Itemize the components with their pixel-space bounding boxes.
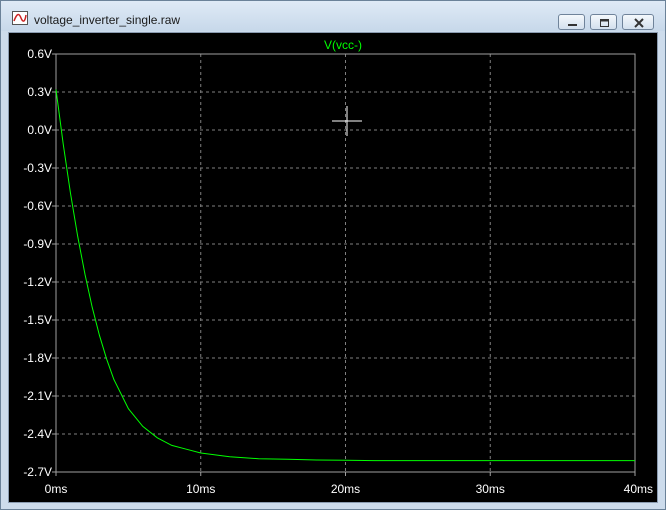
close-button[interactable] <box>622 14 654 30</box>
restore-icon <box>600 19 609 27</box>
minimize-icon <box>568 24 577 26</box>
y-tick-label: 0.3V <box>27 85 52 99</box>
y-tick-label: -0.3V <box>23 161 52 175</box>
waveform-plot[interactable]: 0.6V 0.3V 0.0V -0.3V -0.6V -0.9V -1.2V -1.5V -1.… <box>9 33 657 502</box>
restore-button[interactable] <box>590 14 617 30</box>
x-tick-label: 30ms <box>476 482 505 496</box>
x-tick-label: 0ms <box>45 482 68 496</box>
y-tick-label: -1.5V <box>23 313 52 327</box>
y-tick-label: 0.6V <box>27 47 52 61</box>
y-tick-label: -2.7V <box>23 465 52 479</box>
window-title: voltage_inverter_single.raw <box>34 13 181 27</box>
x-tick-label: 10ms <box>186 482 215 496</box>
plot-pane[interactable]: 0.6V 0.3V 0.0V -0.3V -0.6V -0.9V -1.2V -1.5V -1.… <box>8 32 658 503</box>
y-tick-label: -1.8V <box>23 351 52 365</box>
y-tick-label: -1.2V <box>23 275 52 289</box>
close-icon <box>634 18 644 28</box>
y-tick-label: -0.6V <box>23 199 52 213</box>
y-tick-label: -0.9V <box>23 237 52 251</box>
x-tick-label: 40ms <box>624 482 653 496</box>
y-tick-label: -2.4V <box>23 427 52 441</box>
waveform-window: voltage_inverter_single.raw 0.6V 0.3V 0.0V… <box>0 0 666 510</box>
y-tick-label: -2.1V <box>23 389 52 403</box>
trace-title[interactable]: V(vcc-) <box>324 38 362 52</box>
y-tick-label: 0.0V <box>27 123 52 137</box>
title-bar[interactable]: voltage_inverter_single.raw <box>1 1 665 31</box>
minimize-button[interactable] <box>558 14 585 30</box>
waveform-icon <box>12 11 28 25</box>
x-tick-label: 20ms <box>331 482 360 496</box>
